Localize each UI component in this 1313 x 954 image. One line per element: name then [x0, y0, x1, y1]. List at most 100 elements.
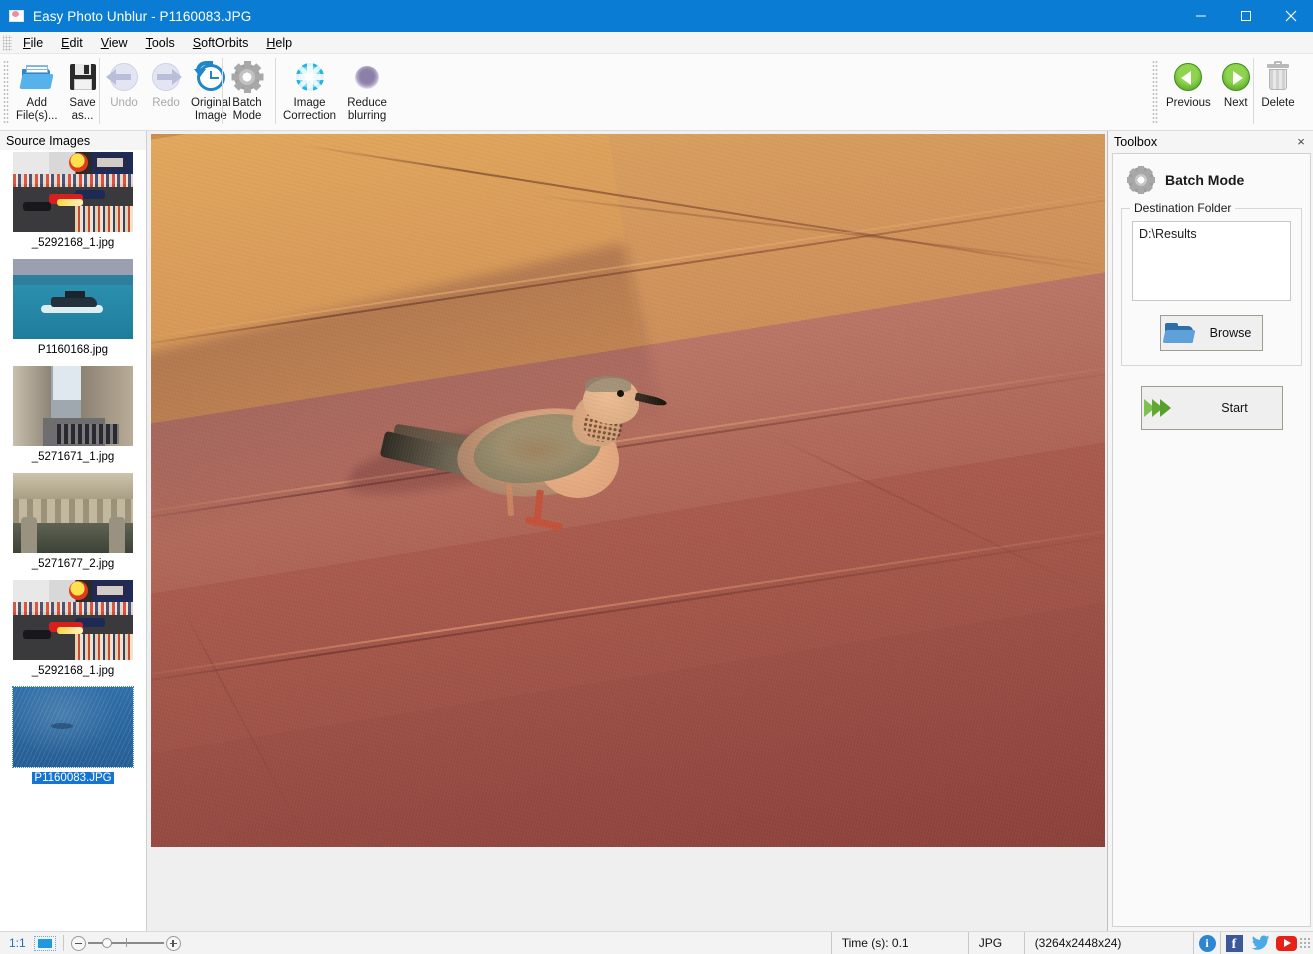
redo-arrow-icon [149, 60, 183, 94]
list-item[interactable]: P1160168.jpg [0, 257, 146, 364]
menu-grip-handle[interactable] [3, 34, 12, 51]
zoom-slider[interactable] [70, 935, 181, 951]
thumbnail-image[interactable] [13, 152, 133, 232]
add-files-button[interactable]: Add File(s)... [12, 57, 62, 122]
toolbox-panel: Toolbox × Batch Mode Destination Folder … [1108, 131, 1313, 931]
toolbox-body: Batch Mode Destination Folder D:\Results… [1112, 153, 1311, 927]
thumbnail-caption: _5292168_1.jpg [31, 665, 115, 677]
zoom-ratio-label[interactable]: 1:1 [9, 936, 26, 950]
save-as-label: Save as... [69, 97, 96, 122]
toolbar-group-delete: Delete [1257, 57, 1299, 127]
toolbox-header: Toolbox × [1108, 131, 1313, 153]
thumbnail-image[interactable] [13, 366, 133, 446]
image-correction-button[interactable]: Image Correction [279, 57, 340, 122]
facebook-icon: f [1225, 934, 1243, 952]
image-canvas[interactable] [147, 131, 1108, 931]
add-files-label: Add File(s)... [16, 97, 58, 122]
floppy-disk-icon [66, 60, 100, 94]
blur-circle-icon [350, 60, 384, 94]
toolbar-separator-2 [222, 58, 223, 124]
youtube-button[interactable] [1273, 932, 1299, 954]
undo-button[interactable]: Undo [103, 57, 145, 110]
minimize-button[interactable] [1178, 0, 1223, 32]
batch-mode-button[interactable]: Batch Mode [226, 57, 268, 122]
thumbnail-caption: _5292168_1.jpg [31, 237, 115, 249]
list-item-selected[interactable]: P1160083.JPG [0, 685, 146, 792]
thumbnail-image[interactable] [13, 580, 133, 660]
menu-item-view[interactable]: View [92, 33, 137, 53]
menu-item-edit[interactable]: Edit [52, 33, 92, 53]
destination-folder-field[interactable]: D:\Results [1132, 221, 1291, 301]
toolbar-group-batch: Batch Mode [226, 57, 268, 127]
title-bar: Easy Photo Unblur - P1160083.JPG [0, 0, 1313, 32]
thumbnail-image[interactable] [13, 473, 133, 553]
zoom-out-button[interactable] [70, 935, 86, 951]
trash-icon [1261, 60, 1295, 94]
save-as-button[interactable]: Save as... [62, 57, 104, 122]
thumbnail-caption: P1160083.JPG [32, 772, 114, 784]
blue-folder-icon [1161, 318, 1199, 348]
facebook-button[interactable]: f [1221, 932, 1247, 954]
open-folder-icon [19, 60, 54, 94]
source-images-sidebar: Source Images _5292168_1.jpg P1160168.jp… [0, 131, 147, 931]
info-icon: i [1198, 934, 1216, 952]
next-button[interactable]: Next [1215, 57, 1257, 110]
main-photo[interactable] [151, 134, 1105, 847]
delete-label: Delete [1261, 97, 1295, 109]
original-image-label: Original Image [191, 97, 231, 122]
processing-time-field: Time (s): 0.1 [841, 936, 909, 950]
resize-grip[interactable] [1299, 937, 1311, 949]
zoom-slider-handle[interactable] [101, 938, 112, 949]
reduce-blurring-button[interactable]: Reduce blurring [340, 57, 394, 122]
menu-item-tools[interactable]: Tools [137, 33, 184, 53]
menu-item-file[interactable]: File [14, 33, 52, 53]
menu-item-help[interactable]: Help [257, 33, 301, 53]
batch-mode-heading-row: Batch Mode [1113, 154, 1310, 204]
previous-button[interactable]: Previous [1162, 57, 1215, 110]
info-button[interactable]: i [1194, 932, 1220, 954]
fit-to-window-icon[interactable] [33, 935, 56, 951]
thumbnail-image[interactable] [13, 259, 133, 339]
redo-button[interactable]: Redo [145, 57, 187, 110]
thumbnail-caption: _5271677_2.jpg [31, 558, 115, 570]
toolbar-right-grip-handle[interactable] [1152, 60, 1158, 124]
redo-label: Redo [152, 97, 180, 109]
green-right-arrow-icon [1219, 60, 1253, 94]
toolbar-group-navigation: Previous Next [1162, 57, 1257, 127]
zoom-slider-track[interactable] [87, 938, 164, 949]
menu-item-softorbits[interactable]: SoftOrbits [184, 33, 258, 53]
thumbnail-image[interactable] [12, 686, 134, 768]
gear-icon [230, 60, 264, 94]
zoom-in-button[interactable] [165, 935, 181, 951]
next-label: Next [1223, 97, 1248, 109]
starburst-icon [293, 60, 327, 94]
thumbnail-list[interactable]: _5292168_1.jpg P1160168.jpg _5271671_1.j… [0, 150, 146, 931]
list-item[interactable]: _5271671_1.jpg [0, 364, 146, 471]
app-icon [9, 9, 25, 23]
delete-button[interactable]: Delete [1257, 57, 1299, 110]
close-icon[interactable]: × [1294, 135, 1308, 149]
main-toolbar: Add File(s)... Save as... Undo Redo Orig… [0, 54, 1313, 180]
list-item[interactable]: _5271677_2.jpg [0, 471, 146, 578]
gear-icon [1127, 166, 1155, 194]
start-label: Start [1221, 401, 1248, 415]
application-window: Easy Photo Unblur - P1160083.JPG File Ed… [0, 0, 1313, 954]
status-bar: 1:1 Time (s): 0.1 JPG (3264x2448x24) i f [0, 931, 1313, 954]
browse-button[interactable]: Browse [1160, 315, 1263, 351]
toolbar-group-file: Add File(s)... Save as... [12, 57, 104, 127]
file-format-field: JPG [978, 936, 1003, 950]
maximize-button[interactable] [1223, 0, 1268, 32]
youtube-icon [1275, 935, 1297, 951]
thumbnail-caption: _5271671_1.jpg [31, 451, 115, 463]
list-item[interactable]: _5292168_1.jpg [0, 578, 146, 685]
green-left-arrow-icon [1171, 60, 1205, 94]
start-button[interactable]: Start [1140, 386, 1283, 430]
close-button[interactable] [1268, 0, 1313, 32]
menu-bar: File Edit View Tools SoftOrbits Help [0, 32, 1313, 54]
status-separator [62, 935, 64, 951]
browse-label: Browse [1209, 326, 1252, 340]
toolbar-grip-handle[interactable] [3, 60, 9, 124]
sidebar-header: Source Images [0, 131, 146, 150]
list-item[interactable]: _5292168_1.jpg [0, 150, 146, 257]
twitter-button[interactable] [1247, 932, 1273, 954]
